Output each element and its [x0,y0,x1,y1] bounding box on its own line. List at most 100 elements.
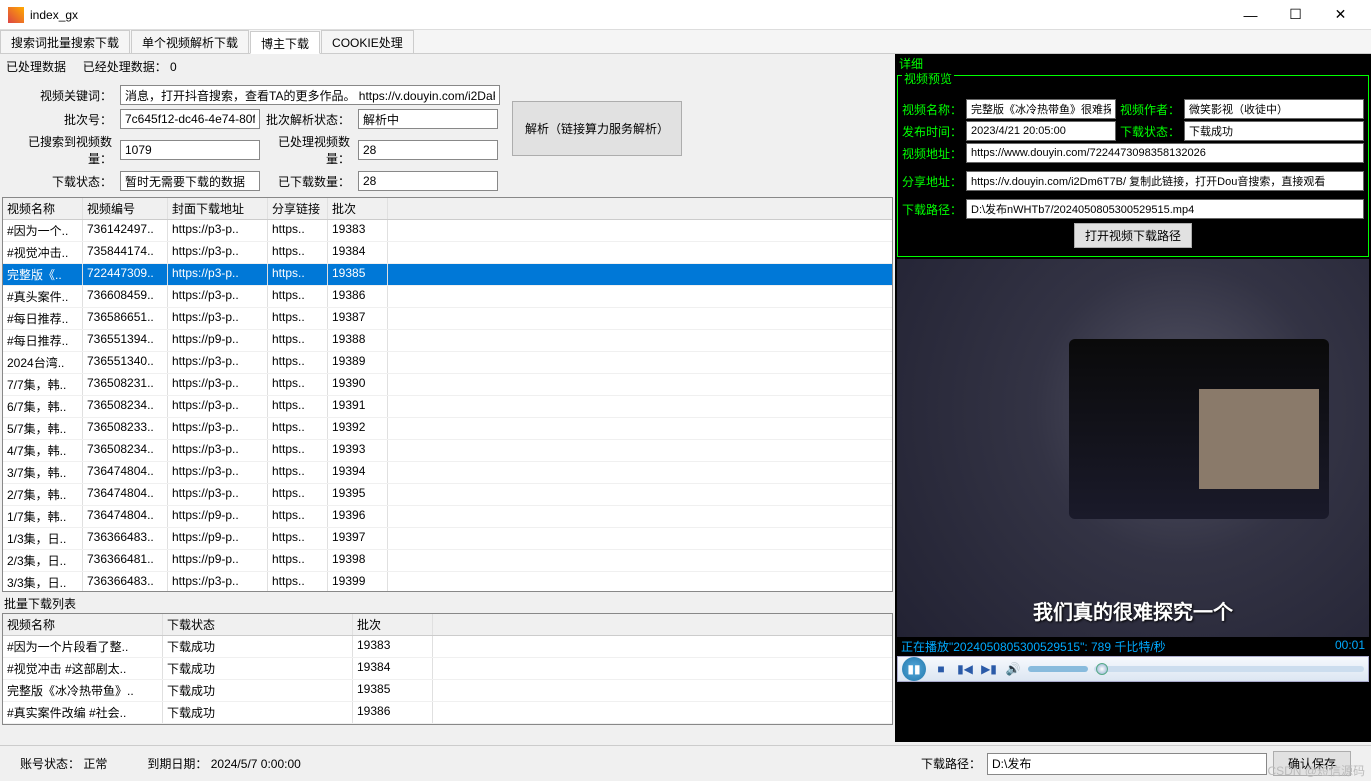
next-button[interactable]: ▶▮ [980,660,998,678]
expire-date: 到期日期： 2024/5/7 0:00:00 [147,755,300,772]
pub-time-label: 发布时间： [902,123,962,140]
titlebar: index_gx — ☐ ✕ [0,0,1371,30]
table-row[interactable]: 完整版《冰冷热带鱼》..下载成功19385 [3,680,892,702]
table-row[interactable]: #每日推荐电影 #因为..下载成功19387 [3,724,892,725]
table-row[interactable]: #视觉冲击..735844174..https://p3-p..https..1… [3,242,892,264]
processed-count: 0 [170,60,177,74]
table-row[interactable]: 1/7集，韩..736474804..https://p9-p..https..… [3,506,892,528]
status-line: 已处理数据 已经处理数据： 0 [2,56,893,77]
processed-count-label: 已经处理数据： [83,60,167,74]
table-row[interactable]: 3/7集，韩..736474804..https://p3-p..https..… [3,462,892,484]
prev-button[interactable]: ▮◀ [956,660,974,678]
col-header[interactable]: 视频名称 [3,614,163,635]
dl-path-label: 下载路径： [902,201,962,218]
col-header[interactable]: 批次 [353,614,433,635]
minimize-button[interactable]: — [1228,1,1273,29]
watermark: CSDN @短信源码 [1267,762,1365,779]
col-header[interactable]: 视频编号 [83,198,168,219]
main-tabs: 搜索词批量搜索下载单个视频解析下载博主下载COOKIE处理 [0,30,1371,54]
video-author-input[interactable] [1184,99,1364,119]
video-url-input[interactable] [966,143,1364,163]
table-row[interactable]: #因为一个片段看了整..下载成功19383 [3,636,892,658]
col-header[interactable]: 分享链接 [268,198,328,219]
dl-count-input[interactable] [358,171,498,191]
col-header[interactable]: 下载状态 [163,614,353,635]
dl-stat-input[interactable] [1184,121,1364,141]
table-row[interactable]: #每日推荐..736551394..https://p9-p..https..1… [3,330,892,352]
video-subtitle: 我们真的很难探究一个 [897,596,1369,625]
dl-status-input[interactable] [120,171,260,191]
app-icon [8,7,24,23]
table-row[interactable]: #真头案件..736608459..https://p3-p..https..1… [3,286,892,308]
table-row[interactable]: 2/3集，日..736366481..https://p9-p..https..… [3,550,892,572]
maximize-button[interactable]: ☐ [1273,1,1318,29]
pub-time-input[interactable] [966,121,1116,141]
processed-label: 已处理数据 [6,60,66,74]
table-row[interactable]: #真实案件改编 #社会..下载成功19386 [3,702,892,724]
share-url-input[interactable] [966,171,1364,191]
volume-slider[interactable] [1028,666,1088,672]
table-row[interactable]: #因为一个..736142497..https://p3-p..https..1… [3,220,892,242]
seek-thumb[interactable] [1096,663,1108,675]
keyword-label: 视频关键词： [6,87,116,104]
col-header[interactable]: 视频名称 [3,198,83,219]
footer-dlpath-input[interactable] [987,753,1267,775]
searched-label: 已搜索到视频数量： [6,133,116,167]
dl-stat-label: 下载状态： [1120,123,1180,140]
table-row[interactable]: 5/7集，韩..736508233..https://p3-p..https..… [3,418,892,440]
share-url-label: 分享地址： [902,173,962,190]
table-row[interactable]: #视觉冲击 #这部剧太..下载成功19384 [3,658,892,680]
parse-status-input[interactable] [358,109,498,129]
video-grid[interactable]: 视频名称视频编号封面下载地址分享链接批次#因为一个..736142497..ht… [2,197,893,592]
table-row[interactable]: #每日推荐..736586651..https://p3-p..https..1… [3,308,892,330]
close-button[interactable]: ✕ [1318,1,1363,29]
parse-status-label: 批次解析状态： [264,111,354,128]
table-row[interactable]: 7/7集，韩..736508231..https://p3-p..https..… [3,374,892,396]
processed-video-input[interactable] [358,140,498,160]
dl-list-label: 批量下载列表 [2,594,893,613]
dl-status-label: 下载状态： [6,173,116,190]
open-path-button[interactable]: 打开视频下载路径 [1074,223,1192,248]
seek-slider[interactable] [1094,666,1364,672]
tab-3[interactable]: COOKIE处理 [321,30,414,53]
table-row[interactable]: 3/3集，日..736366483..https://p3-p..https..… [3,572,892,592]
playing-text: 正在播放"2024050805300529515": 789 千比特/秒 [901,638,1166,655]
batch-input[interactable] [120,109,260,129]
volume-icon[interactable]: 🔊 [1004,660,1022,678]
keyword-input[interactable] [120,85,500,105]
footer-dlpath-label: 下载路径： [921,755,981,772]
detail-panel-title: 详细 [895,54,1371,73]
form-area: 视频关键词： 批次号： 批次解析状态： 已搜索到视频数量： 已处理视频数量： 下… [2,77,893,197]
play-button[interactable]: ▮▮ [902,657,926,681]
video-status-bar: 正在播放"2024050805300529515": 789 千比特/秒 00:… [897,637,1369,656]
download-grid[interactable]: 视频名称下载状态批次#因为一个片段看了整..下载成功19383#视觉冲击 #这部… [2,613,893,725]
parse-button[interactable]: 解析（链接算力服务解析） [512,101,682,156]
table-row[interactable]: 完整版《..722447309..https://p3-p..https..19… [3,264,892,286]
batch-label: 批次号： [6,111,116,128]
account-status: 账号状态： 正常 [20,755,107,772]
table-row[interactable]: 6/7集，韩..736508234..https://p3-p..https..… [3,396,892,418]
dl-path-input[interactable] [966,199,1364,219]
table-row[interactable]: 2024台湾..736551340..https://p3-p..https..… [3,352,892,374]
video-name-label: 视频名称： [902,101,962,118]
tab-0[interactable]: 搜索词批量搜索下载 [0,30,130,53]
dl-count-label: 已下载数量： [264,173,354,190]
video-player[interactable]: 我们真的很难探究一个 [897,259,1369,637]
col-header[interactable]: 封面下载地址 [168,198,268,219]
video-author-label: 视频作者： [1120,101,1180,118]
window-title: index_gx [30,8,1228,22]
detail-panel: 详细 视频预览 视频名称： 视频作者： 发布时间： 下载状态： 视频地址： 分享… [895,54,1371,742]
processed-video-label: 已处理视频数量： [264,133,354,167]
video-name-input[interactable] [966,99,1116,119]
table-row[interactable]: 1/3集，日..736366483..https://p9-p..https..… [3,528,892,550]
tab-1[interactable]: 单个视频解析下载 [131,30,249,53]
table-row[interactable]: 2/7集，韩..736474804..https://p3-p..https..… [3,484,892,506]
video-controls: ▮▮ ■ ▮◀ ▶▮ 🔊 [897,656,1369,682]
table-row[interactable]: 4/7集，韩..736508234..https://p3-p..https..… [3,440,892,462]
searched-input[interactable] [120,140,260,160]
stop-button[interactable]: ■ [932,660,950,678]
footer-bar: 账号状态： 正常 到期日期： 2024/5/7 0:00:00 下载路径： 确认… [0,745,1371,781]
video-url-label: 视频地址： [902,145,962,162]
col-header[interactable]: 批次 [328,198,388,219]
tab-2[interactable]: 博主下载 [250,31,320,54]
